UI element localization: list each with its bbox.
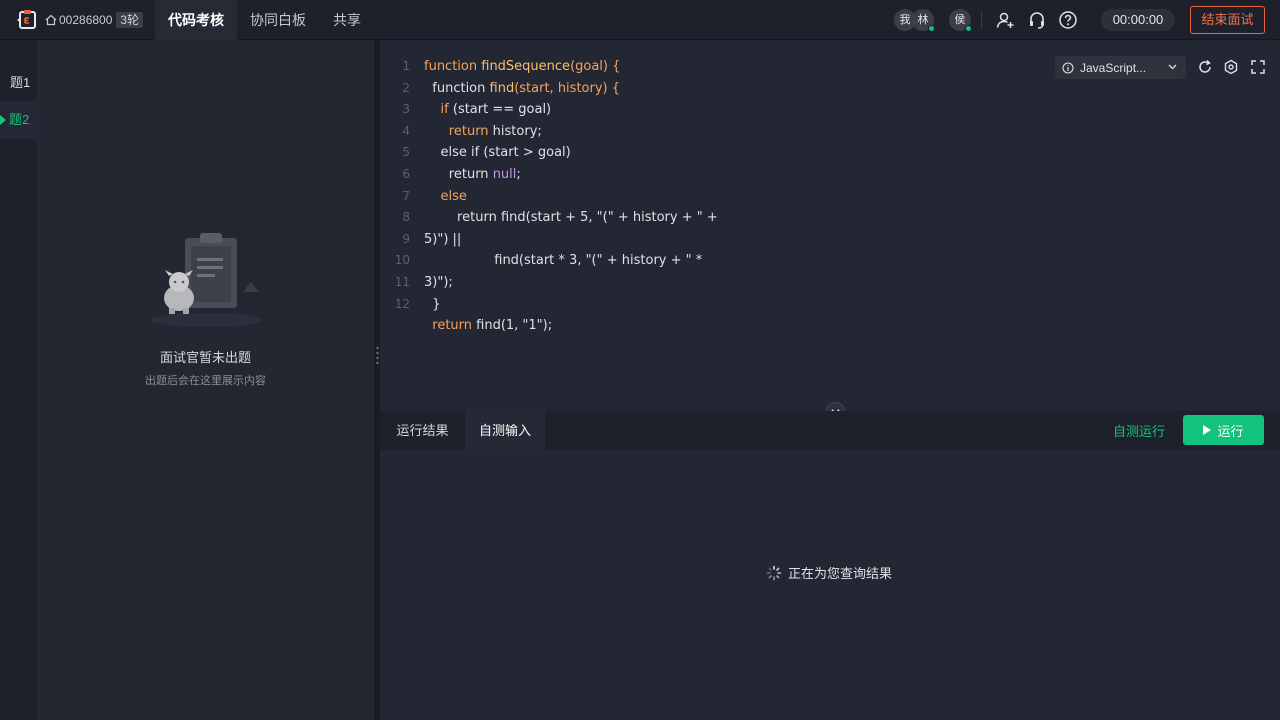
invite-user-icon[interactable]: [995, 10, 1015, 30]
tab-code-assessment[interactable]: 代码考核: [155, 0, 237, 40]
round-badge: 3轮: [116, 12, 144, 28]
tab-whiteboard[interactable]: 协同白板: [237, 0, 319, 40]
code-line: 11 3)");: [380, 272, 1080, 294]
avatar-hou[interactable]: 侯: [949, 9, 972, 32]
tab-self-test-input[interactable]: 自测输入: [465, 411, 545, 450]
result-output: 正在为您查询结果: [380, 450, 1280, 720]
code-line: 5 else if (start > goal): [380, 142, 1080, 164]
question-list: 题1 题2: [0, 40, 37, 720]
refresh-icon[interactable]: [1197, 59, 1213, 75]
line-number: 10: [394, 253, 410, 268]
code-lines[interactable]: 1 function findSequence(goal) { 2 functio…: [380, 56, 1080, 337]
settings-icon[interactable]: [1223, 59, 1239, 75]
line-number: 3: [402, 102, 410, 117]
line-number: 6: [402, 166, 410, 181]
code-line: return find(1, "1");: [432, 318, 553, 334]
top-bar: 00286800 3轮 代码考核 协同白板 共享 我 林 侯 00:00:00 …: [0, 0, 1280, 40]
room-id: 00286800: [59, 13, 113, 27]
app-logo-icon: [17, 10, 36, 29]
chevron-down-icon: [1168, 64, 1177, 70]
question-item-2[interactable]: 题2: [0, 101, 37, 139]
drag-handle-icon[interactable]: [376, 346, 379, 366]
line-number: 11: [394, 274, 410, 289]
empty-clipboard-illustration: [151, 233, 263, 327]
fullscreen-icon[interactable]: [1250, 59, 1266, 75]
online-indicator: [928, 25, 935, 32]
avatar-initial: 侯: [954, 14, 966, 26]
code-line: 7 else: [380, 186, 1080, 208]
line-number: 12: [394, 296, 410, 311]
code-line: 10 find(start * 3, "(" + history + " *: [380, 250, 1080, 272]
code-line: 2 function find(start, history) {: [380, 78, 1080, 100]
tab-run-result[interactable]: 运行结果: [380, 411, 465, 450]
spinner-icon: [766, 565, 782, 580]
avatar-initial: 林: [917, 14, 929, 26]
line-number: 9: [402, 231, 410, 246]
info-icon: [1062, 61, 1074, 74]
line-number: 5: [402, 145, 410, 160]
line-number: 8: [402, 210, 410, 225]
play-icon: [1203, 425, 1212, 435]
line-number: 4: [402, 123, 410, 138]
code-line: 1 function findSequence(goal) {: [380, 56, 1080, 78]
code-line: 12 }: [380, 294, 1080, 316]
language-select[interactable]: JavaScript...: [1055, 56, 1186, 79]
code-line: 4 return history;: [380, 121, 1080, 143]
home-icon: [45, 14, 57, 26]
room-info: 00286800 3轮: [45, 11, 144, 29]
code-editor[interactable]: 1 function findSequence(goal) { 2 functio…: [380, 40, 1280, 411]
loading-indicator: 正在为您查询结果: [766, 563, 892, 582]
interview-timer: 00:00:00: [1101, 9, 1175, 31]
language-label: JavaScript...: [1080, 60, 1147, 75]
loading-text: 正在为您查询结果: [788, 566, 893, 581]
avatar-lin[interactable]: 林: [912, 9, 935, 32]
empty-state-subtitle: 出题后会在这里展示内容: [145, 375, 266, 387]
tab-share[interactable]: 共享: [319, 0, 375, 40]
line-number: 7: [402, 188, 410, 203]
run-button-label: 运行: [1217, 423, 1244, 439]
result-tab-bar: 运行结果 自测输入 自测运行 运行: [380, 411, 1280, 450]
headset-icon[interactable]: [1027, 10, 1047, 30]
code-line: 3 if (start == goal): [380, 99, 1080, 121]
end-interview-button[interactable]: 结束面试: [1190, 6, 1265, 34]
code-line: 6 return null;: [380, 164, 1080, 186]
run-button[interactable]: 运行: [1183, 415, 1264, 445]
toolbar-divider: [981, 11, 982, 29]
empty-state-title: 面试官暂未出题: [159, 350, 251, 365]
line-number: 2: [402, 80, 410, 95]
code-line: 9 5)") ||: [380, 229, 1080, 251]
question-item-1[interactable]: 题1: [0, 64, 37, 102]
problem-panel: 面试官暂未出题 出题后会在这里展示内容: [37, 40, 374, 720]
code-line: 8 return find(start + 5, "(" + history +…: [380, 207, 1080, 229]
help-icon[interactable]: [1058, 10, 1078, 30]
line-number: 1: [402, 59, 410, 73]
online-indicator: [965, 25, 972, 32]
self-test-run-link[interactable]: 自测运行: [1113, 421, 1165, 440]
